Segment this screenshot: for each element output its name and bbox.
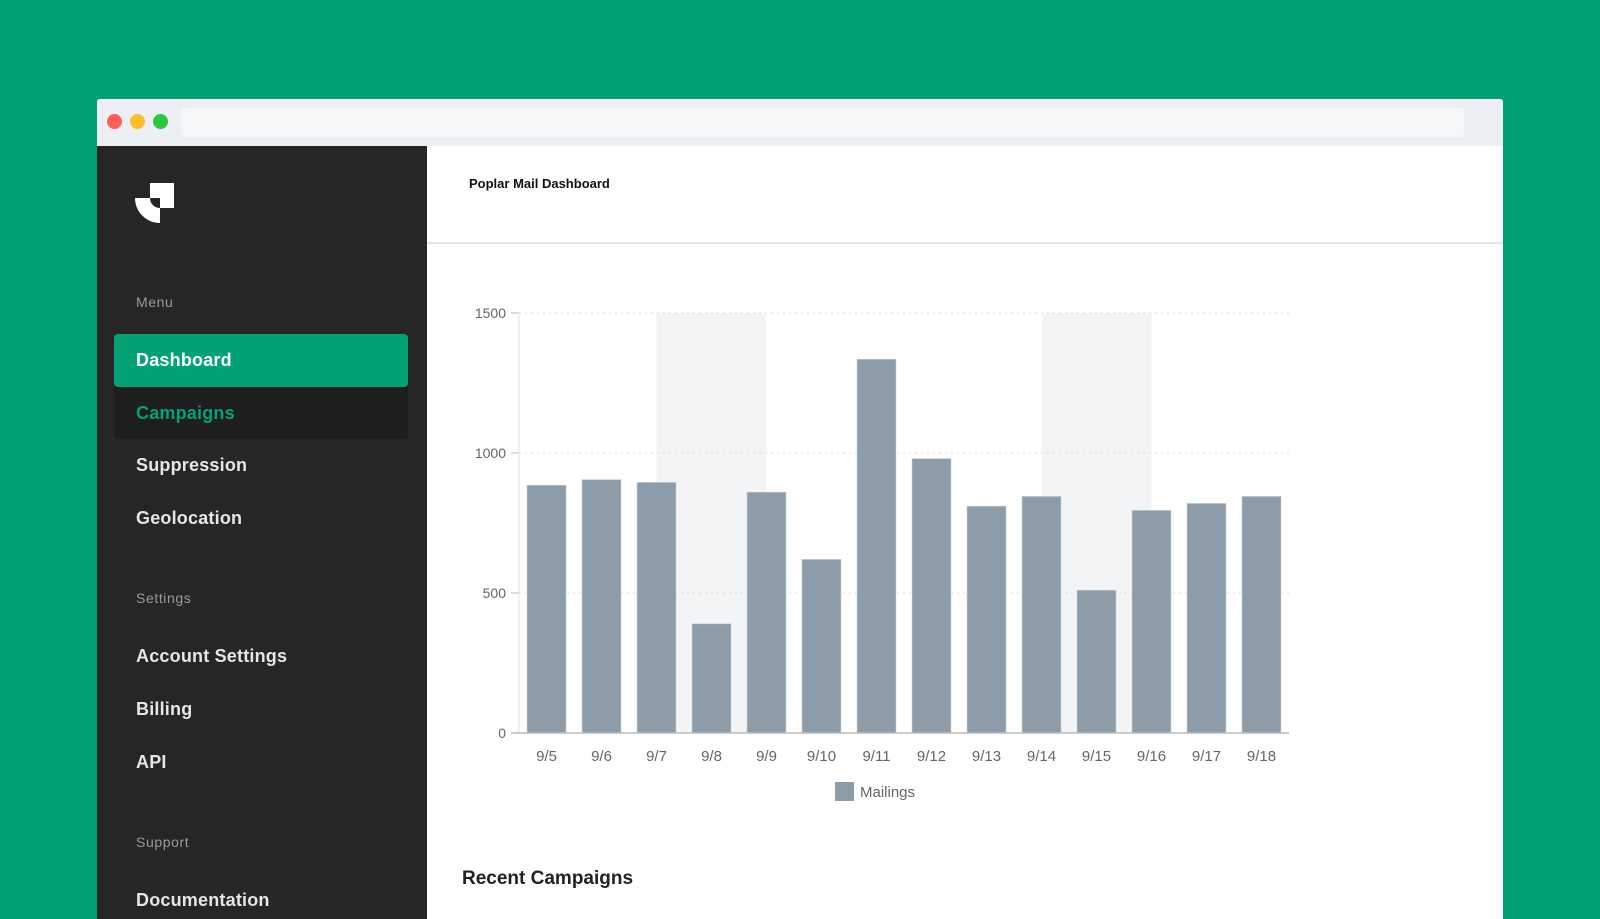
- legend-label: Mailings: [860, 784, 915, 801]
- page-title: Poplar Mail Dashboard: [469, 176, 610, 191]
- bar-9-17: [1186, 503, 1227, 734]
- sidebar-item-label: Account Settings: [136, 646, 288, 666]
- x-tick-label: 9/17: [1192, 748, 1221, 765]
- bar-9-16: [1131, 510, 1172, 734]
- x-tick-label: 9/18: [1247, 748, 1276, 765]
- x-tick-label: 9/5: [536, 748, 557, 765]
- bar-9-7: [636, 482, 677, 734]
- sidebar-item-account-settings[interactable]: Account Settings: [114, 630, 408, 683]
- sidebar-item-geolocation[interactable]: Geolocation: [114, 492, 408, 545]
- sidebar-item-billing[interactable]: Billing: [114, 683, 408, 736]
- y-tick-label: 500: [483, 585, 507, 601]
- sidebar-item-campaigns[interactable]: Campaigns: [114, 387, 408, 439]
- sidebar: Menu Dashboard Campaigns Suppression Geo…: [97, 146, 427, 919]
- maximize-window-button[interactable]: [153, 114, 168, 129]
- sidebar-item-label: Documentation: [136, 890, 270, 910]
- sidebar-item-label: Dashboard: [136, 350, 232, 370]
- legend-swatch: [835, 782, 854, 801]
- sidebar-item-label: Suppression: [136, 455, 248, 475]
- bar-9-13: [966, 505, 1007, 734]
- x-tick-label: 9/6: [591, 748, 612, 765]
- title-bar: [97, 99, 1503, 146]
- bar-9-9: [746, 491, 787, 734]
- bar-9-14: [1021, 496, 1062, 734]
- sidebar-item-label: Billing: [136, 699, 193, 719]
- x-tick-label: 9/13: [972, 748, 1001, 765]
- x-tick-label: 9/10: [807, 748, 836, 765]
- x-tick-label: 9/12: [917, 748, 946, 765]
- mailings-chart: 0 500 1000 1500 9/5 9/6 9/7 9/8 9/9 9/10 9/11 9/12 9…: [427, 244, 1503, 844]
- bar-9-15: [1076, 589, 1117, 734]
- y-tick-label: 0: [498, 725, 506, 741]
- x-tick-label: 9/14: [1027, 748, 1056, 765]
- bar-9-10: [801, 559, 842, 734]
- poplar-logo-icon[interactable]: [135, 183, 177, 225]
- section-label-settings: Settings: [136, 590, 192, 606]
- bar-9-5: [526, 484, 567, 734]
- section-label-support: Support: [136, 834, 190, 850]
- close-window-button[interactable]: [107, 114, 122, 129]
- browser-window: Menu Dashboard Campaigns Suppression Geo…: [97, 99, 1503, 919]
- x-tick-label: 9/15: [1082, 748, 1111, 765]
- y-tick-label: 1000: [475, 445, 506, 461]
- page-header: Poplar Mail Dashboard: [427, 146, 1503, 244]
- y-tick-label: 1500: [475, 305, 506, 321]
- minimize-window-button[interactable]: [130, 114, 145, 129]
- sidebar-item-dashboard[interactable]: Dashboard: [114, 334, 408, 387]
- address-bar[interactable]: [182, 108, 1464, 137]
- recent-campaigns-title: Recent Campaigns: [462, 868, 634, 889]
- x-tick-label: 9/8: [701, 748, 722, 765]
- main-content: Poplar Mail Dashboard 0 500 1000 1500 9/5 9/6…: [427, 146, 1503, 919]
- sidebar-item-api[interactable]: API: [114, 736, 408, 789]
- x-tick-label: 9/7: [646, 748, 667, 765]
- x-tick-label: 9/9: [756, 748, 777, 765]
- bar-9-8: [691, 623, 732, 734]
- x-tick-label: 9/11: [862, 748, 890, 765]
- bar-9-12: [911, 458, 952, 734]
- bar-9-6: [581, 479, 622, 734]
- sidebar-item-label: Geolocation: [136, 508, 243, 528]
- bar-9-11: [856, 358, 897, 734]
- sidebar-item-documentation[interactable]: Documentation: [114, 874, 408, 919]
- sidebar-item-label: Campaigns: [136, 402, 235, 423]
- bar-chart-svg: 0 500 1000 1500 9/5 9/6 9/7 9/8 9/9 9/10 9/11 9/12 9…: [475, 305, 1289, 801]
- x-tick-label: 9/16: [1137, 748, 1166, 765]
- sidebar-item-label: API: [136, 752, 167, 772]
- bar-9-18: [1241, 496, 1282, 734]
- section-label-menu: Menu: [136, 294, 174, 310]
- sidebar-item-suppression[interactable]: Suppression: [114, 439, 408, 492]
